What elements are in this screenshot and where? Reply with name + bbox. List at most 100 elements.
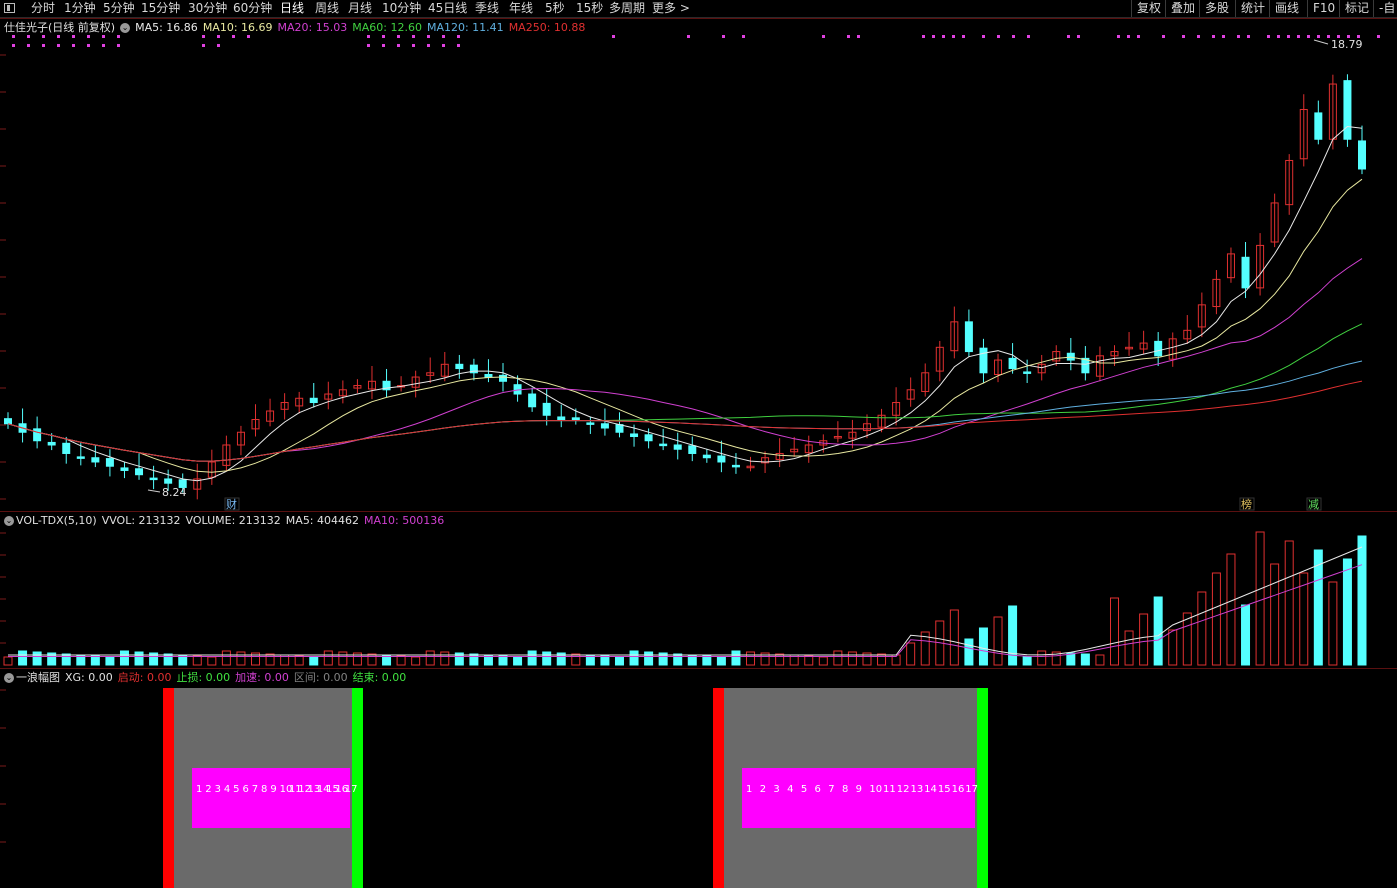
count-label: 6 bbox=[815, 784, 821, 795]
volume-bar bbox=[1342, 558, 1352, 666]
candle-body bbox=[615, 424, 624, 433]
low-pointer bbox=[147, 489, 161, 493]
volume-bar bbox=[542, 651, 552, 666]
signal-dot bbox=[87, 44, 90, 47]
volume-bar bbox=[847, 651, 857, 666]
candle-body bbox=[673, 444, 682, 450]
volume-bar bbox=[804, 655, 814, 666]
count-label: 5 bbox=[801, 784, 807, 795]
count-label: 13 bbox=[910, 784, 923, 795]
signal-dot bbox=[412, 44, 415, 47]
volume-bar bbox=[236, 651, 246, 666]
signal-dot bbox=[102, 35, 105, 38]
signal-dot bbox=[932, 35, 935, 38]
count-label: 6 bbox=[242, 784, 248, 795]
volume-bar bbox=[265, 653, 275, 666]
kline-chart[interactable]: 18.798.24财榜减1 2 3 4 5 6 7 8 9 1011121314151617 1 2 3… bbox=[0, 0, 1397, 888]
volume-bar bbox=[18, 650, 28, 666]
signal-dot bbox=[12, 44, 15, 47]
signal-dot bbox=[1307, 35, 1310, 38]
signal-dot bbox=[687, 35, 690, 38]
signal-dot bbox=[1317, 35, 1320, 38]
volume-bar bbox=[163, 653, 173, 666]
signal-dot bbox=[847, 35, 850, 38]
signal-dot bbox=[742, 35, 745, 38]
count-label: 10 bbox=[869, 784, 882, 795]
signal-dot bbox=[57, 44, 60, 47]
signal-dot bbox=[117, 44, 120, 47]
volume-bar bbox=[993, 616, 1003, 666]
volume-bar bbox=[818, 656, 828, 666]
signal-dot bbox=[1197, 35, 1200, 38]
signal-dot bbox=[412, 35, 415, 38]
volume-bar bbox=[1357, 535, 1367, 666]
volume-bar bbox=[221, 650, 231, 666]
low-price-label: 8.24 bbox=[162, 486, 187, 499]
count-label: 15 bbox=[938, 784, 951, 795]
candle-body bbox=[76, 456, 85, 459]
signal-dot bbox=[27, 35, 30, 38]
wave-1-count-box bbox=[192, 768, 350, 828]
candle-body bbox=[120, 467, 129, 471]
volume-bar bbox=[425, 650, 435, 666]
candle-body bbox=[542, 402, 551, 416]
candle-body bbox=[1314, 112, 1323, 140]
count-label: 5 bbox=[233, 784, 239, 795]
candle-body bbox=[688, 445, 697, 454]
volume-bar bbox=[1284, 540, 1294, 666]
signal-dot bbox=[457, 44, 460, 47]
ma10-line bbox=[7, 178, 1363, 473]
signal-dot bbox=[72, 44, 75, 47]
signal-dot bbox=[1327, 35, 1330, 38]
candle-body bbox=[149, 477, 158, 481]
volume-bar bbox=[906, 642, 916, 666]
volume-bar bbox=[644, 651, 654, 666]
signal-dot bbox=[442, 35, 445, 38]
ma250-line bbox=[7, 380, 1363, 462]
signal-dot bbox=[87, 35, 90, 38]
volume-bar bbox=[1124, 630, 1134, 666]
volume-bar bbox=[833, 650, 843, 666]
signal-dot bbox=[1247, 35, 1250, 38]
volume-bar bbox=[207, 656, 217, 666]
signal-dot bbox=[1117, 35, 1120, 38]
candle-body bbox=[1023, 371, 1032, 374]
signal-dot bbox=[1162, 35, 1165, 38]
candle-body bbox=[528, 393, 537, 408]
volume-bar bbox=[1211, 572, 1221, 666]
count-label: 3 bbox=[773, 784, 779, 795]
signal-dot bbox=[102, 44, 105, 47]
candle-body bbox=[659, 443, 668, 447]
volume-bar bbox=[440, 651, 450, 666]
volume-bar bbox=[746, 651, 756, 666]
signal-dot bbox=[1182, 35, 1185, 38]
signal-dot bbox=[1212, 35, 1215, 38]
signal-dot bbox=[952, 35, 955, 38]
candle-body bbox=[979, 347, 988, 374]
signal-dot bbox=[922, 35, 925, 38]
candle-body bbox=[33, 428, 42, 442]
volume-bar bbox=[978, 627, 988, 666]
signal-dot bbox=[1277, 35, 1280, 38]
volume-bar bbox=[309, 656, 319, 666]
candle-body bbox=[47, 441, 56, 446]
signal-dot bbox=[202, 35, 205, 38]
high-price-label: 18.79 bbox=[1331, 38, 1363, 51]
volume-bar bbox=[1241, 604, 1251, 666]
count-label: 12 bbox=[897, 784, 910, 795]
candle-body bbox=[1343, 80, 1352, 140]
signal-dot bbox=[232, 35, 235, 38]
volume-bar bbox=[1313, 549, 1323, 666]
signal-dot bbox=[997, 35, 1000, 38]
count-label: 2 bbox=[760, 784, 766, 795]
signal-dot bbox=[1067, 35, 1070, 38]
signal-dot bbox=[1077, 35, 1080, 38]
candle-body bbox=[557, 416, 566, 421]
volume-bar bbox=[527, 650, 537, 666]
signal-dot bbox=[427, 35, 430, 38]
candle-body bbox=[62, 442, 71, 454]
signal-dot bbox=[217, 35, 220, 38]
signal-dot bbox=[1287, 35, 1290, 38]
candle-body bbox=[717, 455, 726, 463]
event-marker: 财 bbox=[226, 497, 237, 511]
